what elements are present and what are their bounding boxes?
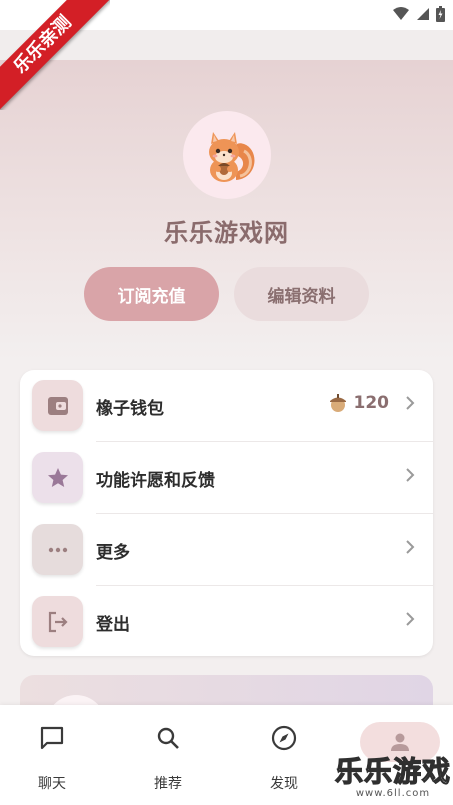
username: 乐乐游戏网 [164, 219, 289, 247]
menu-item-more[interactable]: 更多 [20, 514, 433, 586]
menu-item-label: 橡子钱包 [96, 399, 164, 419]
acorn-icon [329, 394, 346, 412]
signal-icon [417, 8, 429, 20]
chevron-right-icon [406, 540, 415, 554]
nav-discover[interactable]: 发现 [244, 721, 324, 793]
chat-icon [40, 726, 64, 750]
squirrel-icon [209, 132, 255, 182]
star-icon [47, 467, 68, 487]
watermark-logo: 乐乐游戏 www.6ll.com [334, 750, 451, 799]
nav-chat[interactable]: 聊天 [12, 721, 92, 793]
more-dots-icon [48, 547, 67, 552]
menu-item-label: 登出 [96, 615, 130, 635]
menu-item-logout[interactable]: 登出 [20, 586, 433, 658]
nav-label: 推荐 [154, 776, 182, 792]
menu-item-label: 更多 [96, 543, 130, 563]
compass-icon [271, 725, 297, 751]
menu-card: 橡子钱包 120 功能许愿和反馈 更多 登出 [20, 370, 433, 656]
status-icons [392, 6, 445, 22]
menu-item-wallet[interactable]: 橡子钱包 120 [20, 370, 433, 442]
acorn-count: 120 [353, 393, 390, 413]
wallet-icon-box [32, 380, 83, 431]
avatar[interactable] [183, 111, 271, 199]
menu-item-feedback[interactable]: 功能许愿和反馈 [20, 442, 433, 514]
more-icon-box [32, 524, 83, 575]
chevron-right-icon [406, 468, 415, 482]
ribbon-text: 乐乐亲测 [0, 0, 110, 110]
chevron-right-icon [406, 612, 415, 626]
star-icon-box [32, 452, 83, 503]
search-icon [157, 727, 179, 749]
chevron-right-icon [406, 396, 415, 410]
battery-icon [436, 6, 445, 22]
nav-label: 聊天 [38, 776, 66, 792]
logout-icon-box [32, 596, 83, 647]
nav-label: 发现 [270, 776, 298, 792]
logout-icon [48, 611, 68, 632]
corner-ribbon: 乐乐亲测 [0, 0, 110, 110]
edit-profile-button[interactable]: 编辑资料 [234, 267, 369, 321]
acorn-balance: 120 [328, 393, 390, 413]
wallet-icon [47, 396, 68, 415]
wifi-icon [393, 7, 409, 20]
menu-item-label: 功能许愿和反馈 [96, 471, 215, 491]
nav-recommend[interactable]: 推荐 [128, 721, 208, 793]
subscribe-recharge-button[interactable]: 订阅充值 [84, 267, 219, 321]
watermark-title: 乐乐游戏 [334, 754, 451, 788]
